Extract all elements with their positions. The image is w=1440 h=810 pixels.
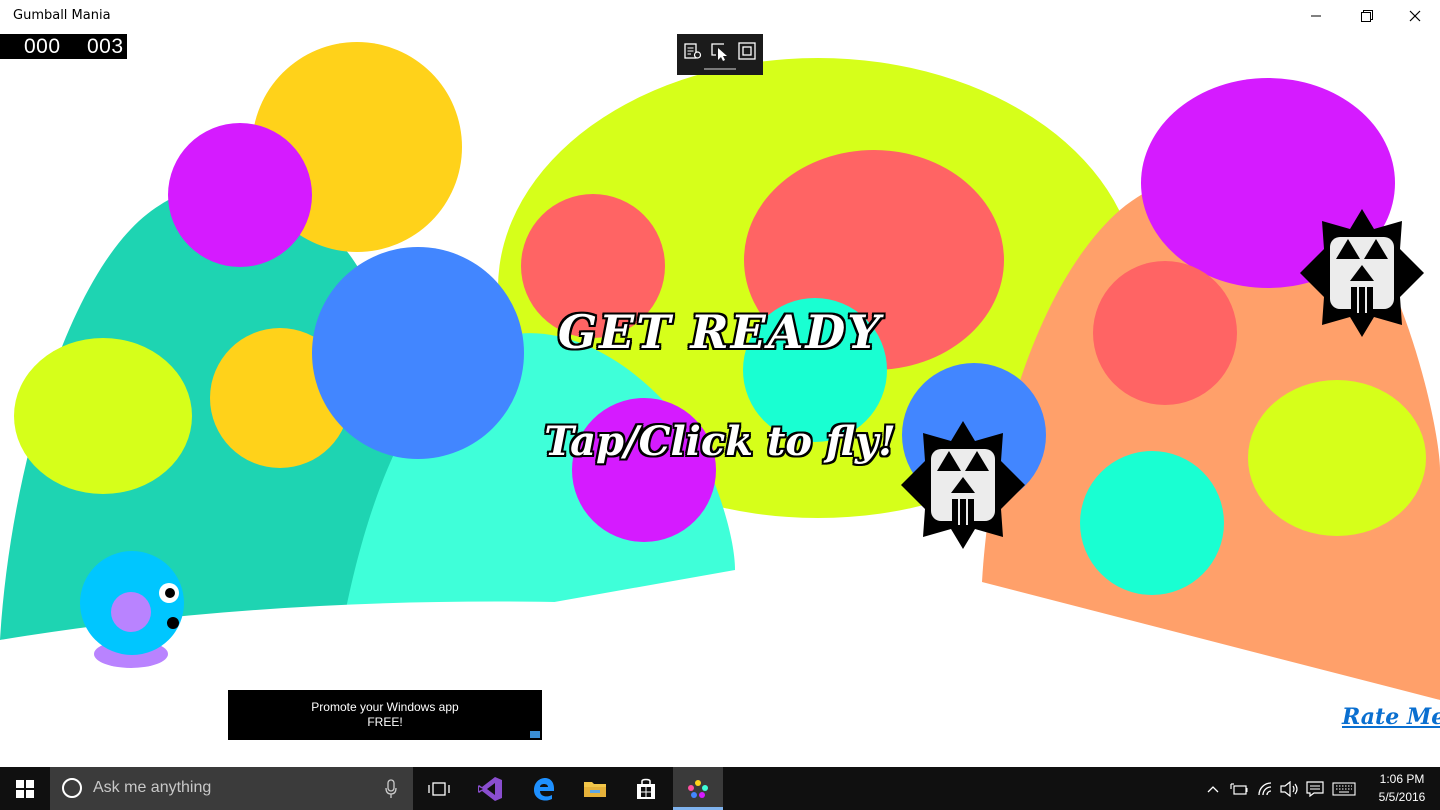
restore-button[interactable]: [1344, 0, 1390, 32]
minimize-button[interactable]: [1293, 0, 1339, 32]
ad-line-2: FREE!: [367, 715, 403, 729]
gumball-mania-icon: [688, 779, 708, 798]
windows-logo-icon: [16, 779, 34, 798]
live-visual-tree-icon[interactable]: [683, 41, 703, 61]
touch-keyboard-button[interactable]: [1330, 767, 1358, 810]
cortana-search-box[interactable]: Ask me anything: [50, 767, 413, 810]
wifi-icon: [1258, 781, 1272, 795]
debug-toolbar-handle[interactable]: [704, 68, 736, 70]
purple-ball: [168, 123, 312, 267]
battery-plug-icon: [1230, 782, 1248, 795]
clock-date: 5/5/2016: [1378, 790, 1426, 804]
volume-button[interactable]: [1278, 767, 1302, 810]
score-right: 003: [87, 35, 124, 58]
action-center-button[interactable]: [1303, 767, 1327, 810]
microphone-icon[interactable]: [384, 779, 398, 799]
restore-icon: [1361, 10, 1373, 22]
file-explorer-button[interactable]: [570, 767, 620, 810]
lime-ball: [14, 338, 192, 494]
edge-icon: [534, 777, 554, 801]
notification-icon: [1306, 780, 1324, 797]
clock[interactable]: 1:06 PM 5/5/2016: [1366, 770, 1438, 806]
ad-line-1: Promote your Windows app: [311, 700, 459, 714]
visual-studio-button[interactable]: [466, 767, 514, 810]
player-cheek: [111, 592, 151, 632]
close-icon: [1409, 10, 1421, 22]
visual-studio-icon: [478, 776, 502, 801]
display-layout-adorners-icon[interactable]: [737, 41, 757, 61]
tap-to-fly-text: Tap/Click to fly!: [544, 418, 896, 465]
select-element-icon[interactable]: [710, 41, 730, 61]
folder-icon: [584, 781, 606, 797]
red-ball: [1093, 261, 1237, 405]
edge-button[interactable]: [518, 767, 568, 810]
score-counter: 000 003: [0, 34, 127, 59]
player-nostril: [167, 617, 179, 629]
network-button[interactable]: [1254, 767, 1278, 810]
title-bar: Gumball Mania: [0, 0, 1440, 32]
taskbar: Ask me anything 1:06 PM 5/5/2016: [0, 767, 1440, 810]
search-placeholder: Ask me anything: [93, 779, 212, 796]
cortana-icon: [62, 778, 82, 798]
keyboard-icon: [1332, 781, 1356, 796]
ad-info-icon[interactable]: [530, 731, 540, 738]
task-view-icon: [428, 781, 450, 796]
chevron-up-icon: [1207, 785, 1219, 792]
show-hidden-icons-button[interactable]: [1202, 767, 1224, 810]
rate-me-link[interactable]: Rate Me: [1342, 704, 1440, 730]
speaker-icon: [1280, 780, 1298, 797]
lime-ball: [1248, 380, 1426, 536]
score-left: 000: [24, 35, 61, 58]
close-button[interactable]: [1392, 0, 1438, 32]
aqua-ball: [1080, 451, 1224, 595]
store-button[interactable]: [621, 767, 671, 810]
task-view-button[interactable]: [415, 767, 463, 810]
battery-button[interactable]: [1227, 767, 1251, 810]
game-scene[interactable]: [0, 0, 1440, 767]
game-window[interactable]: Gumball Mania 000 003 GET READY Tap/Clic…: [0, 0, 1440, 810]
start-button[interactable]: [0, 767, 50, 810]
get-ready-text: GET READY: [557, 305, 883, 359]
gumball-mania-taskbar-button[interactable]: [673, 767, 723, 810]
minimize-icon: [1311, 15, 1321, 17]
debug-toolbar: [677, 34, 763, 75]
window-title: Gumball Mania: [13, 8, 111, 23]
clock-time: 1:06 PM: [1379, 772, 1425, 786]
store-icon: [637, 778, 655, 799]
player-pupil: [165, 588, 175, 598]
ad-banner[interactable]: Promote your Windows app FREE!: [228, 690, 542, 740]
